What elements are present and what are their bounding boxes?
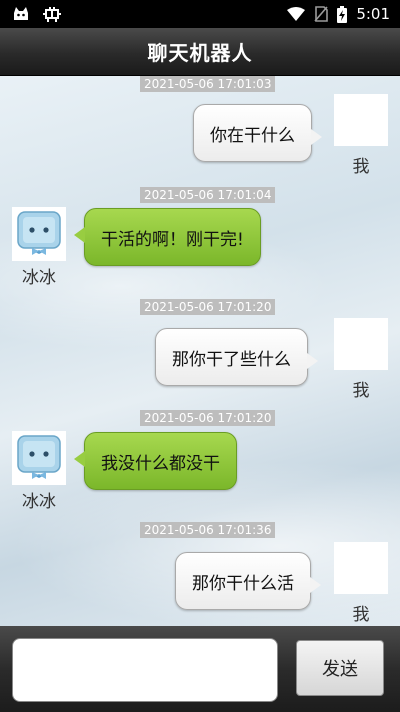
battery-charging-icon xyxy=(337,5,348,23)
message-input[interactable] xyxy=(12,638,278,702)
status-bar-left xyxy=(12,5,62,23)
robot-name: 冰冰 xyxy=(22,268,56,288)
user-avatar[interactable] xyxy=(334,318,388,370)
wifi-icon xyxy=(287,7,306,21)
message-bubble-me[interactable]: 那你干什么活 xyxy=(175,552,321,610)
title-bar: 聊天机器人 xyxy=(0,28,400,76)
robot-face-icon xyxy=(17,211,61,255)
user-avatar[interactable] xyxy=(334,94,388,146)
cat-icon xyxy=(14,7,28,20)
message-timestamp: 2021-05-06 17:01:20 xyxy=(140,410,276,426)
send-button[interactable]: 发送 xyxy=(296,640,384,696)
clock: 5:01 xyxy=(356,5,390,23)
robot-name: 冰冰 xyxy=(22,492,56,512)
message-timestamp: 2021-05-06 17:01:04 xyxy=(140,187,276,203)
user-name: 我 xyxy=(352,381,370,401)
robot-avatar[interactable] xyxy=(12,431,66,485)
chat-area[interactable]: 2021-05-06 17:01:03 你在干什么 我 2021-05-06 1… xyxy=(0,76,400,626)
message-bubble-bot[interactable]: 干活的啊！刚干完! xyxy=(74,208,261,266)
message-timestamp: 2021-05-06 17:01:20 xyxy=(140,299,276,315)
status-bar: 5:01 xyxy=(0,0,400,28)
user-name: 我 xyxy=(352,605,370,625)
message-bubble-me[interactable]: 你在干什么 xyxy=(193,104,322,162)
robot-avatar[interactable] xyxy=(12,207,66,261)
user-avatar[interactable] xyxy=(334,542,388,594)
message-bubble-bot[interactable]: 我没什么都没干 xyxy=(74,432,237,490)
message-timestamp: 2021-05-06 17:01:03 xyxy=(140,76,276,92)
input-bar: 发送 xyxy=(0,626,400,712)
message-bubble-me[interactable]: 那你干了些什么 xyxy=(155,328,318,386)
message-timestamp: 2021-05-06 17:01:36 xyxy=(140,522,276,538)
robot-face-icon xyxy=(17,435,61,479)
page-title: 聊天机器人 xyxy=(147,41,253,65)
status-bar-right: 5:01 xyxy=(287,5,390,23)
user-name: 我 xyxy=(352,157,370,177)
bug-icon xyxy=(43,7,61,22)
no-sim-icon xyxy=(314,6,329,22)
